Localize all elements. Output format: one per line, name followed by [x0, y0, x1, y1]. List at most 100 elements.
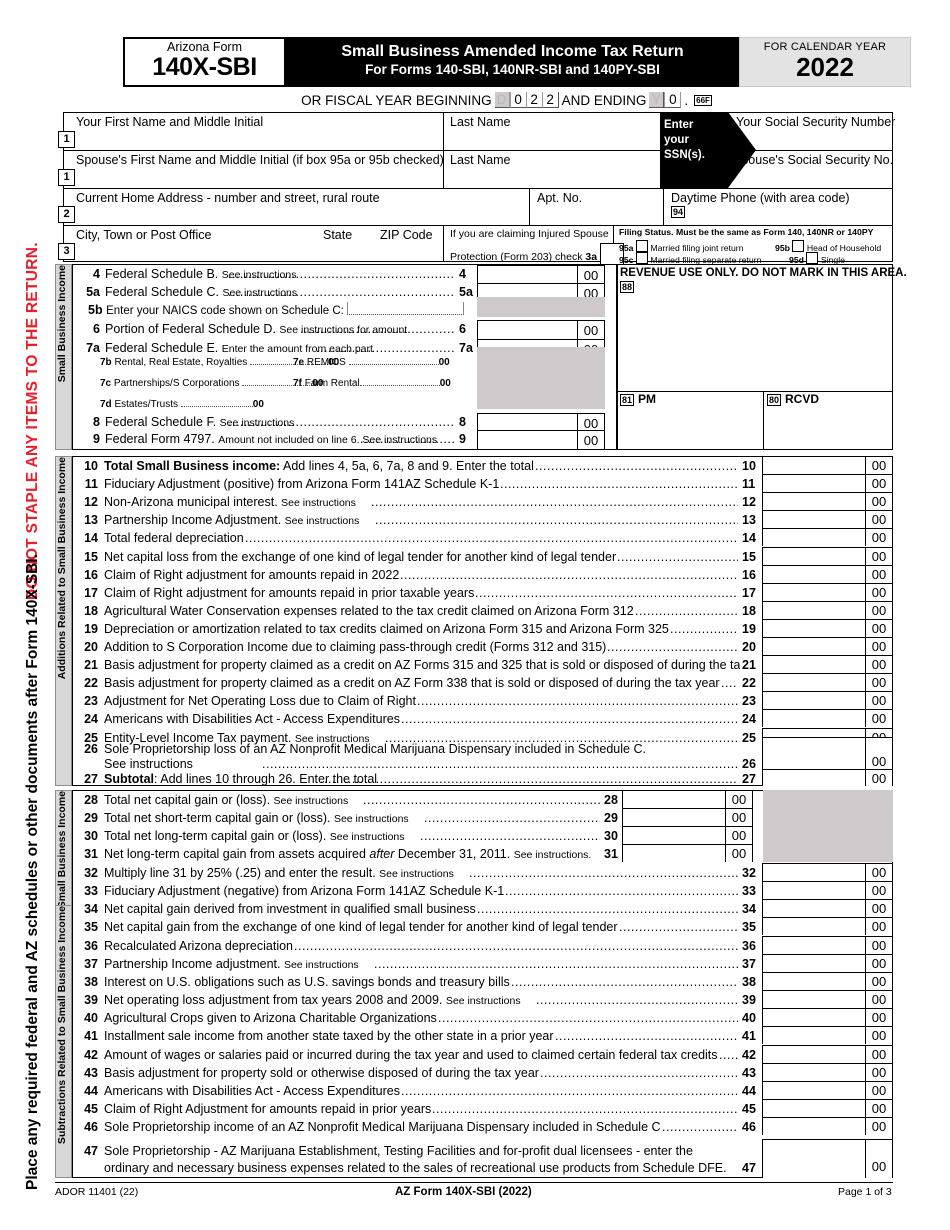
subtraction-amount-box[interactable]: 00 — [762, 863, 893, 882]
first-name-input[interactable] — [76, 130, 436, 148]
subtraction-amount-box[interactable]: 00 — [762, 990, 893, 1009]
fiscal-begin-input[interactable]: MMDD2022 — [494, 92, 559, 108]
subtraction-line-ref: 35 — [742, 920, 756, 934]
subtraction-amount-box[interactable]: 00 — [762, 1045, 893, 1064]
additions-amount-box[interactable]: 00 — [762, 528, 893, 547]
fiscal-cell[interactable]: 2 — [526, 92, 543, 108]
line-26-amount-box[interactable]: 00 — [762, 737, 893, 772]
additions-line-ref: 24 — [742, 712, 756, 726]
sbi-amount-box[interactable]: 00 — [477, 265, 605, 284]
fiscal-cell[interactable]: 2 — [542, 92, 559, 108]
first-name-label: Your First Name and Middle Initial — [76, 115, 264, 129]
naics-code-input[interactable] — [347, 302, 465, 315]
line-27-cents: 00 — [865, 770, 892, 786]
line-7e-input[interactable] — [348, 353, 439, 365]
sbi-amount-box[interactable]: 00 — [477, 430, 605, 449]
subtraction-amount-box[interactable]: 00 — [762, 881, 893, 900]
additions-amount-box[interactable]: 00 — [762, 456, 893, 475]
subtraction-amount-box[interactable]: 00 — [762, 1008, 893, 1027]
subtraction-amount-box[interactable]: 00 — [762, 1099, 893, 1118]
phone-input[interactable] — [692, 206, 887, 223]
subtraction-line-ref: 38 — [742, 975, 756, 989]
period-code-66f: 66F — [694, 94, 712, 106]
spouse-ssn-input[interactable] — [736, 168, 886, 186]
subtraction-line-text: Agricultural Crops given to Arizona Char… — [104, 1011, 437, 1025]
subtraction-line-num: 38 — [84, 975, 98, 989]
subtraction-amount-box[interactable]: 00 — [762, 1117, 893, 1136]
additions-amount-box[interactable]: 00 — [762, 583, 893, 602]
additions-amount-box[interactable]: 00 — [762, 547, 893, 566]
subtraction-line-dots: ........................................… — [555, 1029, 738, 1043]
spouse-last-name-input[interactable] — [450, 168, 655, 186]
additions-line-dots: ........................................… — [401, 712, 738, 726]
enter-ssn-callout: Enter your SSN(s). — [660, 112, 728, 188]
additions-line-ref: 12 — [742, 495, 756, 509]
subtraction-amount-box[interactable]: 00 — [762, 1081, 893, 1100]
subtraction-amount-box[interactable]: 00 — [762, 1063, 893, 1082]
capgain-cents: 00 — [725, 809, 752, 827]
additions-cents: 00 — [865, 620, 892, 638]
capgain-amount-box[interactable]: 00 — [622, 826, 753, 845]
zip-input[interactable] — [380, 243, 438, 260]
fiscal-cell[interactable]: Y — [649, 92, 665, 108]
additions-line-text: Non-Arizona municipal interest. See inst… — [104, 495, 356, 509]
additions-amount-box[interactable]: 00 — [762, 673, 893, 692]
additions-amount-box[interactable]: 00 — [762, 474, 893, 493]
additions-line-text: Basis adjustment for property claimed as… — [104, 676, 720, 690]
vdiv-apt — [529, 188, 530, 225]
fs-checkbox-95b[interactable] — [792, 240, 805, 252]
address-input[interactable] — [76, 206, 516, 223]
fiscal-end-input[interactable]: MMDD20YY — [649, 92, 682, 108]
subtraction-amount-box[interactable]: 00 — [762, 936, 893, 955]
sbi-line-ref: 4 — [459, 267, 466, 281]
fs-checkbox-95d[interactable] — [806, 252, 819, 264]
fiscal-cell[interactable]: 0 — [665, 92, 682, 108]
additions-cents: 00 — [865, 548, 892, 566]
subtraction-amount-box[interactable]: 00 — [762, 917, 893, 936]
state-input[interactable] — [323, 243, 373, 260]
line-7f-input[interactable] — [359, 374, 440, 386]
subtraction-cents: 00 — [865, 918, 892, 936]
last-name-input[interactable] — [450, 130, 655, 148]
additions-amount-box[interactable]: 00 — [762, 637, 893, 656]
subtraction-line-text: Amount of wages or salaries paid or incu… — [104, 1048, 718, 1062]
additions-amount-box[interactable]: 00 — [762, 619, 893, 638]
additions-amount-box[interactable]: 00 — [762, 565, 893, 584]
fs-checkbox-95c[interactable] — [635, 252, 648, 264]
line-7d-input[interactable] — [180, 395, 253, 407]
additions-amount-box[interactable]: 00 — [762, 691, 893, 710]
subtraction-cents: 00 — [865, 1118, 892, 1136]
subtraction-amount-box[interactable]: 00 — [762, 972, 893, 991]
capgain-line-num: 28 — [84, 793, 98, 807]
additions-amount-box[interactable]: 00 — [762, 601, 893, 620]
sbi-line-num: 7a — [86, 341, 100, 355]
subtraction-amount-box[interactable]: 00 — [762, 1026, 893, 1045]
additions-amount-box[interactable]: 00 — [762, 492, 893, 511]
capgain-amount-box[interactable]: 00 — [622, 808, 753, 827]
line-27-amount-box[interactable]: 00 — [762, 769, 893, 786]
additions-cents: 00 — [865, 529, 892, 547]
city-input[interactable] — [76, 243, 316, 260]
line-7f-cents: 00 — [439, 378, 451, 389]
subtraction-line-text: Claim of Right Adjustment for amounts re… — [104, 1102, 432, 1116]
apt-input[interactable] — [537, 206, 655, 223]
line-47-amount-box[interactable]: 00 — [762, 1139, 893, 1178]
capgain-amount-box[interactable]: 00 — [622, 844, 753, 863]
fs-checkbox-95a[interactable] — [635, 240, 648, 252]
fiscal-cell[interactable]: 0 — [510, 92, 527, 108]
sbi-cents: 00 — [577, 431, 604, 449]
sbi-amount-box[interactable]: 00 — [477, 320, 605, 339]
capgain-amount-box[interactable]: 00 — [622, 790, 753, 809]
fiscal-cell[interactable]: D — [494, 92, 510, 108]
additions-amount-box[interactable]: 00 — [762, 510, 893, 529]
additions-amount-box[interactable]: 00 — [762, 655, 893, 674]
additions-amount-box[interactable]: 00 — [762, 709, 893, 728]
line-47-num: 47 — [84, 1144, 98, 1158]
additions-line-dots: ........................................… — [245, 531, 738, 545]
spouse-first-name-input[interactable] — [76, 168, 436, 186]
subtraction-amount-box[interactable]: 00 — [762, 899, 893, 918]
form-title: Small Business Amended Income Tax Return — [341, 43, 684, 60]
line-47-cents: 00 — [865, 1140, 892, 1178]
subtraction-amount-box[interactable]: 00 — [762, 954, 893, 973]
ssn-input[interactable] — [736, 130, 886, 148]
